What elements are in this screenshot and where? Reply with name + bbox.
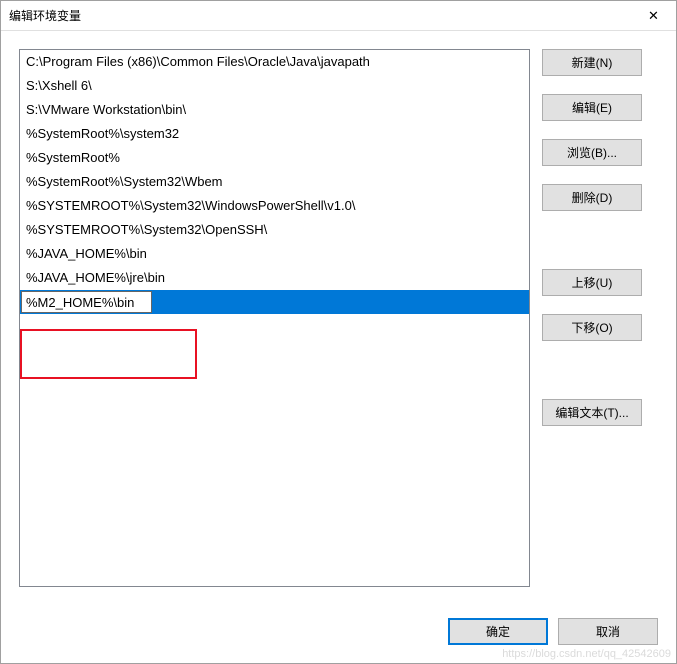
path-list[interactable]: C:\Program Files (x86)\Common Files\Orac… <box>19 49 530 587</box>
list-item[interactable]: %JAVA_HOME%\jre\bin <box>20 266 529 290</box>
list-item[interactable]: %SystemRoot%\System32\Wbem <box>20 170 529 194</box>
move-up-button[interactable]: 上移(U) <box>542 269 642 296</box>
ok-button[interactable]: 确定 <box>448 618 548 645</box>
list-item[interactable]: C:\Program Files (x86)\Common Files\Orac… <box>20 50 529 74</box>
edit-button[interactable]: 编辑(E) <box>542 94 642 121</box>
new-button[interactable]: 新建(N) <box>542 49 642 76</box>
titlebar: 编辑环境变量 ✕ <box>1 1 676 31</box>
dialog-footer: 确定 取消 <box>1 604 676 663</box>
list-item[interactable]: %SYSTEMROOT%\System32\WindowsPowerShell\… <box>20 194 529 218</box>
dialog-window: 编辑环境变量 ✕ C:\Program Files (x86)\Common F… <box>0 0 677 664</box>
list-item-selected[interactable] <box>20 290 529 314</box>
edit-text-button[interactable]: 编辑文本(T)... <box>542 399 642 426</box>
window-title: 编辑环境变量 <box>9 7 81 24</box>
list-item[interactable]: %JAVA_HOME%\bin <box>20 242 529 266</box>
browse-button[interactable]: 浏览(B)... <box>542 139 642 166</box>
side-button-column: 新建(N) 编辑(E) 浏览(B)... 删除(D) 上移(U) 下移(O) 编… <box>542 49 642 604</box>
list-item[interactable]: %SYSTEMROOT%\System32\OpenSSH\ <box>20 218 529 242</box>
list-item[interactable]: S:\VMware Workstation\bin\ <box>20 98 529 122</box>
list-item[interactable]: %SystemRoot%\system32 <box>20 122 529 146</box>
annotation-highlight <box>20 329 197 379</box>
list-item[interactable]: %SystemRoot% <box>20 146 529 170</box>
close-button[interactable]: ✕ <box>631 1 676 30</box>
list-item[interactable]: S:\Xshell 6\ <box>20 74 529 98</box>
cancel-button[interactable]: 取消 <box>558 618 658 645</box>
move-down-button[interactable]: 下移(O) <box>542 314 642 341</box>
dialog-body: C:\Program Files (x86)\Common Files\Orac… <box>1 31 676 604</box>
delete-button[interactable]: 删除(D) <box>542 184 642 211</box>
path-edit-input[interactable] <box>21 291 152 313</box>
close-icon: ✕ <box>648 8 659 24</box>
